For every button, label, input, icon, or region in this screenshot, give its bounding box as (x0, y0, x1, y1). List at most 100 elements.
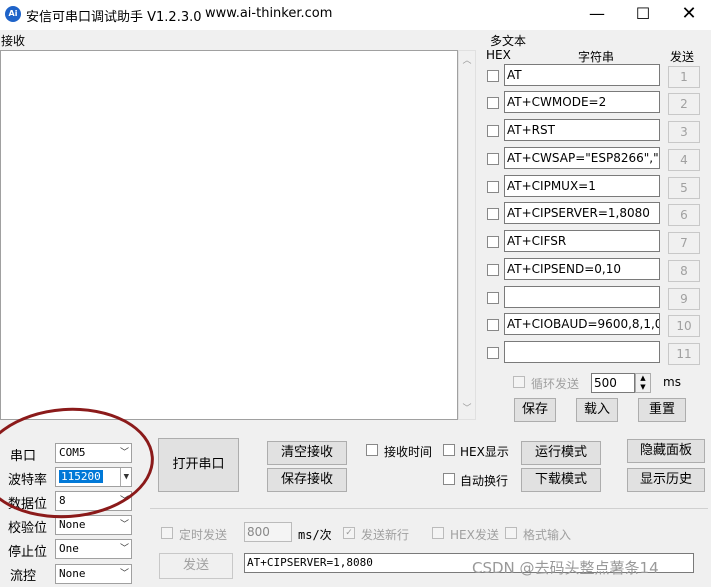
row-text-input[interactable]: AT+CWSAP="ESP8266","1 (504, 147, 660, 169)
hide-panel-button[interactable]: 隐藏面板 (627, 439, 705, 463)
row-hex-checkbox[interactable] (487, 125, 499, 137)
port-select[interactable]: COM5 ﹀ (55, 443, 132, 463)
loop-interval-input[interactable]: 500 (591, 373, 635, 393)
app-logo-icon: Ai (5, 6, 21, 22)
row-send-button[interactable]: 2 (668, 93, 700, 115)
run-mode-button[interactable]: 运行模式 (521, 441, 601, 465)
hex-send-checkbox[interactable] (432, 527, 444, 539)
send-newline-label: 发送新行 (361, 528, 410, 542)
row-send-button[interactable]: 8 (668, 260, 700, 282)
send-newline-checkbox[interactable]: ✓ (343, 527, 355, 539)
close-icon[interactable]: ✕ (666, 0, 711, 30)
row-text-input[interactable]: AT+CIPSERVER=1,8080 (504, 202, 660, 224)
row-send-button[interactable]: 9 (668, 288, 700, 310)
auto-wrap-checkbox[interactable] (443, 473, 455, 485)
flow-select[interactable]: None ﹀ (55, 564, 132, 584)
baud-select[interactable]: 115200 ▼ (55, 467, 132, 487)
row-hex-checkbox[interactable] (487, 292, 499, 304)
hex-display-label: HEX显示 (460, 445, 509, 459)
save-receive-button[interactable]: 保存接收 (267, 468, 347, 492)
window-url: www.ai-thinker.com (205, 6, 333, 21)
auto-wrap-label: 自动换行 (460, 474, 509, 488)
window-title: 安信可串口调试助手 V1.2.3.0 (26, 10, 202, 25)
row-hex-checkbox[interactable] (487, 208, 499, 220)
clear-receive-button[interactable]: 清空接收 (267, 441, 347, 465)
row-text-input[interactable]: AT+CIOBAUD=9600,8,1,0, (504, 313, 660, 335)
timed-send-label: 定时发送 (179, 528, 228, 542)
spin-down-icon[interactable]: ▼ (636, 383, 650, 392)
row-text-input[interactable]: AT (504, 64, 660, 86)
chevron-down-icon: ﹀ (119, 448, 129, 458)
scroll-up-icon[interactable]: ︿ (459, 53, 475, 69)
chevron-down-icon: ﹀ (119, 544, 129, 554)
row-hex-checkbox[interactable] (487, 181, 499, 193)
row-send-button[interactable]: 1 (668, 66, 700, 88)
loop-unit-label: ms (663, 375, 681, 389)
receive-time-checkbox[interactable] (366, 444, 378, 456)
chevron-down-icon: ﹀ (119, 569, 129, 579)
watermark: CSDN @去码头整点薯条14 (472, 559, 659, 577)
chevron-down-icon: ﹀ (119, 520, 129, 530)
multitext-string-header: 字符串 (578, 50, 615, 64)
row-text-input[interactable] (504, 286, 660, 308)
minimize-icon[interactable]: — (574, 0, 620, 30)
row-send-button[interactable]: 11 (668, 343, 700, 365)
save-button[interactable]: 保存 (514, 398, 556, 422)
row-send-button[interactable]: 10 (668, 315, 700, 337)
row-text-input[interactable]: AT+CIPMUX=1 (504, 175, 660, 197)
reset-button[interactable]: 重置 (638, 398, 686, 422)
send-button[interactable]: 发送 (159, 553, 233, 579)
databits-select[interactable]: 8 ﹀ (55, 491, 132, 511)
format-input-checkbox[interactable] (505, 527, 517, 539)
row-hex-checkbox[interactable] (487, 319, 499, 331)
hex-send-label: HEX发送 (450, 528, 499, 542)
parity-select[interactable]: None ﹀ (55, 515, 132, 535)
row-hex-checkbox[interactable] (487, 264, 499, 276)
scroll-down-icon[interactable]: ﹀ (459, 401, 475, 417)
spin-up-icon[interactable]: ▲ (636, 374, 650, 383)
row-hex-checkbox[interactable] (487, 70, 499, 82)
stopbits-label: 停止位 (8, 545, 48, 560)
hex-display-checkbox[interactable] (443, 444, 455, 456)
row-text-input[interactable]: AT+CIFSR (504, 230, 660, 252)
show-history-button[interactable]: 显示历史 (627, 468, 705, 492)
row-hex-checkbox[interactable] (487, 347, 499, 359)
row-send-button[interactable]: 4 (668, 149, 700, 171)
loop-send-label: 循环发送 (531, 377, 580, 391)
receive-label: 接收 (1, 34, 26, 48)
download-mode-button[interactable]: 下载模式 (521, 468, 601, 492)
receive-time-label: 接收时间 (384, 445, 433, 459)
row-hex-checkbox[interactable] (487, 236, 499, 248)
databits-value: 8 (59, 494, 66, 507)
row-hex-checkbox[interactable] (487, 153, 499, 165)
flow-label: 流控 (10, 569, 37, 584)
row-text-input[interactable]: AT+CIPSEND=0,10 (504, 258, 660, 280)
row-send-button[interactable]: 7 (668, 232, 700, 254)
stopbits-value: One (59, 542, 79, 555)
multitext-send-header: 发送 (670, 50, 695, 64)
baud-label: 波特率 (8, 473, 48, 488)
open-port-button[interactable]: 打开串口 (158, 438, 239, 492)
row-text-input[interactable] (504, 341, 660, 363)
row-text-input[interactable]: AT+RST (504, 119, 660, 141)
dropdown-arrow-icon: ▼ (119, 468, 129, 486)
loop-interval-spinner[interactable]: ▲ ▼ (635, 373, 651, 393)
row-send-button[interactable]: 6 (668, 204, 700, 226)
send-interval-input[interactable]: 800 (244, 522, 292, 542)
maximize-icon[interactable]: ☐ (620, 0, 666, 30)
receive-textarea[interactable] (0, 50, 458, 420)
load-button[interactable]: 载入 (576, 398, 618, 422)
multitext-title: 多文本 (490, 34, 527, 48)
send-divider (150, 508, 708, 509)
multitext-hex-header: HEX (486, 48, 511, 62)
timed-send-checkbox[interactable] (161, 527, 173, 539)
receive-scrollbar[interactable]: ︿ ﹀ (458, 50, 476, 420)
parity-value: None (59, 518, 86, 531)
baud-value: 115200 (59, 470, 103, 483)
row-text-input[interactable]: AT+CWMODE=2 (504, 91, 660, 113)
row-hex-checkbox[interactable] (487, 97, 499, 109)
stopbits-select[interactable]: One ﹀ (55, 539, 132, 559)
loop-send-checkbox[interactable] (513, 376, 525, 388)
row-send-button[interactable]: 5 (668, 177, 700, 199)
row-send-button[interactable]: 3 (668, 121, 700, 143)
